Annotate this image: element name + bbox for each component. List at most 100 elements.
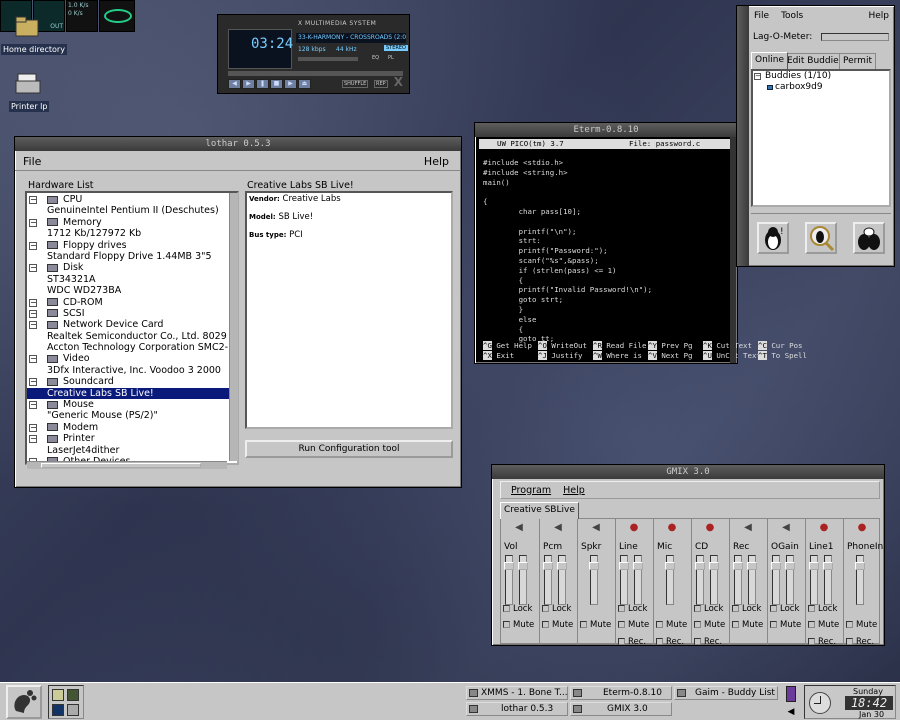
volume-slider[interactable]: [665, 555, 675, 605]
checkbox-box[interactable]: [808, 638, 815, 645]
volume-slider[interactable]: [771, 555, 781, 605]
mute-checkbox[interactable]: Mute: [503, 620, 534, 630]
prev-button[interactable]: ◀: [228, 79, 241, 89]
menu-help[interactable]: Help: [424, 155, 449, 168]
printer-label[interactable]: Printer lp: [9, 101, 50, 112]
tree-category[interactable]: − Video: [27, 353, 237, 364]
checkbox-box[interactable]: [618, 621, 625, 628]
volume-slider[interactable]: [823, 555, 833, 605]
expander-icon[interactable]: −: [29, 298, 37, 307]
checkbox-box[interactable]: [846, 638, 853, 645]
slider-thumb[interactable]: [557, 562, 567, 570]
tree-device[interactable]: 1712 Kb/127972 Kb: [27, 228, 237, 239]
volume-slider[interactable]: [589, 555, 599, 605]
expander-icon[interactable]: −: [29, 264, 37, 273]
clock-applet[interactable]: Sunday 18:42 Jan 30: [804, 685, 896, 719]
volume-slider[interactable]: [855, 555, 865, 605]
xmms-volume-slider[interactable]: [298, 57, 358, 61]
pager-icon[interactable]: [786, 686, 796, 702]
rec-checkbox[interactable]: Rec.: [808, 637, 836, 647]
repeat-button[interactable]: REP: [374, 80, 388, 88]
slider-thumb[interactable]: [733, 562, 743, 570]
slider-thumb[interactable]: [633, 562, 643, 570]
collapse-icon[interactable]: −: [754, 73, 761, 80]
tree-device[interactable]: 3Dfx Interactive, Inc. Voodoo 3 2000: [27, 365, 237, 376]
tree-vscrollbar[interactable]: [229, 193, 238, 461]
rec-checkbox[interactable]: Rec.: [618, 637, 646, 647]
mute-checkbox[interactable]: Mute: [542, 620, 573, 630]
expander-icon[interactable]: −: [29, 355, 37, 364]
task-eterm[interactable]: Eterm-0.8.10: [570, 686, 672, 700]
checkbox-box[interactable]: [732, 605, 739, 612]
volume-slider[interactable]: [557, 555, 567, 605]
rec-checkbox[interactable]: Rec.: [656, 637, 684, 647]
slider-thumb[interactable]: [695, 562, 705, 570]
checkbox-box[interactable]: [542, 605, 549, 612]
checkbox-box[interactable]: [694, 605, 701, 612]
tree-category[interactable]: − Modem: [27, 422, 237, 433]
tree-device[interactable]: Creative Labs SB Live!: [27, 387, 237, 400]
checkbox-box[interactable]: [618, 638, 625, 645]
tree-device[interactable]: LaserJet4dither: [27, 445, 237, 456]
xmms-title[interactable]: X MULTIMEDIA SYSTEM: [298, 20, 376, 27]
slider-thumb[interactable]: [709, 562, 719, 570]
checkbox-box[interactable]: [808, 605, 815, 612]
slider-thumb[interactable]: [504, 562, 514, 570]
tree-category[interactable]: − Floppy drives: [27, 240, 237, 251]
checkbox-box[interactable]: [618, 605, 625, 612]
tree-device[interactable]: Realtek Semiconductor Co., Ltd. 8029: [27, 331, 237, 342]
volume-slider[interactable]: [543, 555, 553, 605]
gmix-menu-program[interactable]: Program: [511, 485, 551, 496]
expander-icon[interactable]: −: [29, 218, 37, 227]
tree-device[interactable]: ST34321A: [27, 274, 237, 285]
checkbox-box[interactable]: [770, 621, 777, 628]
volume-slider[interactable]: [518, 555, 528, 605]
checkbox-box[interactable]: [808, 621, 815, 628]
eject-button[interactable]: ⏏: [298, 79, 311, 89]
search-button[interactable]: [805, 222, 837, 254]
gmix-titlebar[interactable]: GMIX 3.0: [492, 465, 884, 479]
info-button[interactable]: !: [757, 222, 789, 254]
volume-slider[interactable]: [709, 555, 719, 605]
buddy-group-row[interactable]: − Buddies (1/10): [753, 71, 889, 82]
lock-checkbox[interactable]: Lock: [770, 604, 799, 614]
checkbox-box[interactable]: [694, 638, 701, 645]
lothar-titlebar[interactable]: lothar 0.5.3: [15, 137, 461, 151]
slider-thumb[interactable]: [747, 562, 757, 570]
expander-icon[interactable]: −: [29, 435, 37, 444]
rec-checkbox[interactable]: Rec.: [846, 637, 874, 647]
gaim-side-titlebar[interactable]: [737, 6, 749, 266]
checkbox-box[interactable]: [732, 621, 739, 628]
checkbox-box[interactable]: [694, 621, 701, 628]
lock-checkbox[interactable]: Lock: [542, 604, 571, 614]
volume-slider[interactable]: [733, 555, 743, 605]
xmms-pl-toggle[interactable]: PL: [388, 55, 394, 61]
tab-edit-buddies[interactable]: Edit Buddies: [783, 53, 848, 69]
task-xmms[interactable]: XMMS - 1. Bone T...: [466, 686, 568, 700]
mute-checkbox[interactable]: Mute: [732, 620, 763, 630]
checkbox-box[interactable]: [580, 621, 587, 628]
tree-hscrollbar[interactable]: [27, 461, 227, 469]
tree-device[interactable]: "Generic Mouse (PS/2)": [27, 410, 237, 421]
mute-checkbox[interactable]: Mute: [770, 620, 801, 630]
tree-category[interactable]: − Memory: [27, 217, 237, 228]
expander-icon[interactable]: −: [29, 401, 37, 410]
checkbox-box[interactable]: [503, 621, 510, 628]
stop-button[interactable]: ■: [270, 79, 283, 89]
main-menu-button[interactable]: [6, 685, 42, 719]
tree-category[interactable]: − Mouse: [27, 399, 237, 410]
volume-slider[interactable]: [809, 555, 819, 605]
hardware-tree[interactable]: − CPU GenuineIntel Pentium II (Deschutes) −…: [25, 191, 239, 465]
gaim-menu-file[interactable]: File: [754, 11, 769, 21]
slider-thumb[interactable]: [823, 562, 833, 570]
expander-icon[interactable]: −: [29, 378, 37, 387]
buddy-row[interactable]: carbox9d9: [753, 82, 889, 93]
lock-checkbox[interactable]: Lock: [732, 604, 761, 614]
slider-thumb[interactable]: [785, 562, 795, 570]
xmms-seek-bar[interactable]: [228, 71, 403, 76]
tree-category[interactable]: − Soundcard: [27, 376, 237, 387]
slider-thumb[interactable]: [809, 562, 819, 570]
slider-thumb[interactable]: [771, 562, 781, 570]
tree-category[interactable]: − SCSI: [27, 308, 237, 319]
launcher-netscape-icon[interactable]: [52, 704, 64, 716]
